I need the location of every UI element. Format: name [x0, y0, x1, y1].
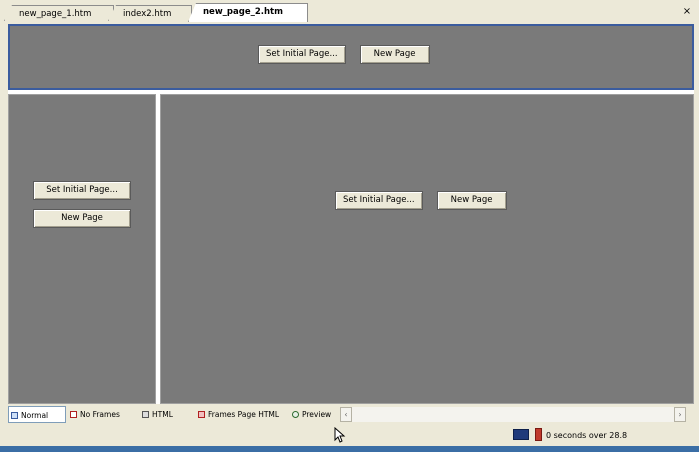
- document-tab-strip: new_page_1.htm index2.htm new_page_2.htm…: [0, 0, 699, 24]
- view-tab-label: Frames Page HTML: [208, 410, 280, 419]
- chevron-right-icon: ›: [678, 410, 682, 419]
- main-frame[interactable]: Set Initial Page... New Page: [160, 94, 694, 404]
- connection-icon: [513, 429, 529, 440]
- new-page-button[interactable]: New Page: [359, 45, 430, 64]
- status-bar: 0 seconds over 28.8: [0, 426, 699, 446]
- mouse-cursor-icon: [334, 427, 346, 443]
- tab-new-page-1[interactable]: new_page_1.htm: [4, 5, 114, 21]
- top-frame-buttons: Set Initial Page... New Page: [258, 45, 430, 64]
- tab-frames-page-html[interactable]: Frames Page HTML: [196, 406, 288, 423]
- left-frame[interactable]: Set Initial Page... New Page: [8, 94, 156, 404]
- top-frame[interactable]: Set Initial Page... New Page: [8, 24, 694, 90]
- set-initial-page-button[interactable]: Set Initial Page...: [33, 181, 131, 200]
- view-tab-label: Preview: [302, 410, 332, 419]
- tab-label: index2.htm: [123, 9, 172, 19]
- scroll-left-button[interactable]: ‹: [340, 407, 352, 422]
- tab-preview[interactable]: Preview: [290, 406, 338, 423]
- horizontal-scrollbar[interactable]: [340, 407, 686, 422]
- new-page-button[interactable]: New Page: [33, 209, 131, 228]
- tab-new-page-2[interactable]: new_page_2.htm: [188, 3, 308, 22]
- set-initial-page-button[interactable]: Set Initial Page...: [258, 45, 346, 64]
- view-mode-bar: Normal No Frames HTML Frames Page HTML P…: [8, 405, 694, 425]
- main-frame-buttons: Set Initial Page... New Page: [335, 191, 507, 210]
- download-time-status: 0 seconds over 28.8: [546, 431, 628, 440]
- set-initial-page-button[interactable]: Set Initial Page...: [335, 191, 423, 210]
- view-tab-label: Normal: [21, 411, 49, 420]
- tab-label: new_page_2.htm: [203, 7, 283, 17]
- tab-no-frames[interactable]: No Frames: [68, 406, 138, 423]
- view-tab-label: HTML: [152, 410, 173, 419]
- normal-view-icon: [11, 412, 18, 419]
- close-document-button[interactable]: ×: [681, 6, 693, 18]
- tab-index2[interactable]: index2.htm: [108, 5, 192, 21]
- hourglass-icon: [535, 428, 542, 441]
- chevron-left-icon: ‹: [344, 410, 348, 419]
- window-bottom-edge: [0, 446, 699, 452]
- preview-icon: [292, 411, 299, 418]
- close-icon: ×: [682, 6, 692, 17]
- tab-html[interactable]: HTML: [140, 406, 194, 423]
- tab-normal[interactable]: Normal: [8, 406, 66, 423]
- html-icon: [142, 411, 149, 418]
- frames-page-canvas: Set Initial Page... New Page Set Initial…: [8, 24, 694, 404]
- scroll-right-button[interactable]: ›: [674, 407, 686, 422]
- frames-page-html-icon: [198, 411, 205, 418]
- tab-label: new_page_1.htm: [19, 9, 92, 19]
- view-tab-label: No Frames: [80, 410, 120, 419]
- left-frame-buttons: Set Initial Page... New Page: [33, 181, 131, 228]
- no-frames-icon: [70, 411, 77, 418]
- new-page-button[interactable]: New Page: [436, 191, 507, 210]
